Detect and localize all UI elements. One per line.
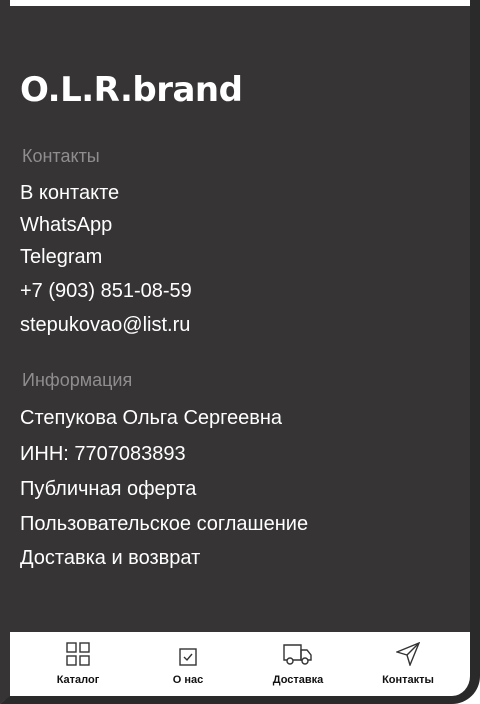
contact-whatsapp-link[interactable]: WhatsApp — [20, 214, 112, 237]
tab-delivery[interactable]: Доставка — [252, 632, 344, 696]
brand-logo[interactable]: O.L.R.brand — [20, 70, 243, 110]
info-offer-link[interactable]: Публичная оферта — [20, 478, 196, 501]
contact-telegram-link[interactable]: Telegram — [20, 246, 102, 269]
contacts-section-title: Контакты — [22, 146, 100, 166]
contact-email-link[interactable]: stepukovao@list.ru — [20, 314, 190, 337]
truck-icon — [283, 644, 312, 665]
checkbox-icon — [179, 648, 197, 666]
contact-phone-link[interactable]: +7 (903) 851-08-59 — [20, 280, 192, 303]
info-inn: ИНН: 7707083893 — [20, 443, 186, 465]
tab-catalog[interactable]: Каталог — [32, 632, 124, 696]
info-delivery-link[interactable]: Доставка и возврат — [20, 547, 200, 570]
info-agreement-link[interactable]: Пользовательское соглашение — [20, 513, 308, 536]
tab-contacts[interactable]: Контакты — [362, 632, 454, 696]
tab-about-label: О нас — [172, 674, 204, 686]
tab-about[interactable]: О нас — [142, 632, 234, 696]
send-icon — [396, 642, 420, 666]
tab-catalog-label: Каталог — [56, 674, 100, 686]
info-owner-name: Степукова Ольга Сергеевна — [20, 407, 283, 429]
tab-contacts-label: Контакты — [382, 674, 434, 686]
info-section-title: Информация — [22, 370, 133, 390]
top-strip — [10, 0, 470, 6]
tab-delivery-label: Доставка — [272, 674, 324, 686]
grid-icon — [66, 642, 90, 666]
app-screen: O.L.R.brand Контакты В контакте WhatsApp… — [0, 0, 480, 704]
contact-vk-link[interactable]: В контакте — [20, 182, 119, 205]
bottom-tabbar: Каталог О нас Доставка Контакты — [10, 632, 470, 696]
